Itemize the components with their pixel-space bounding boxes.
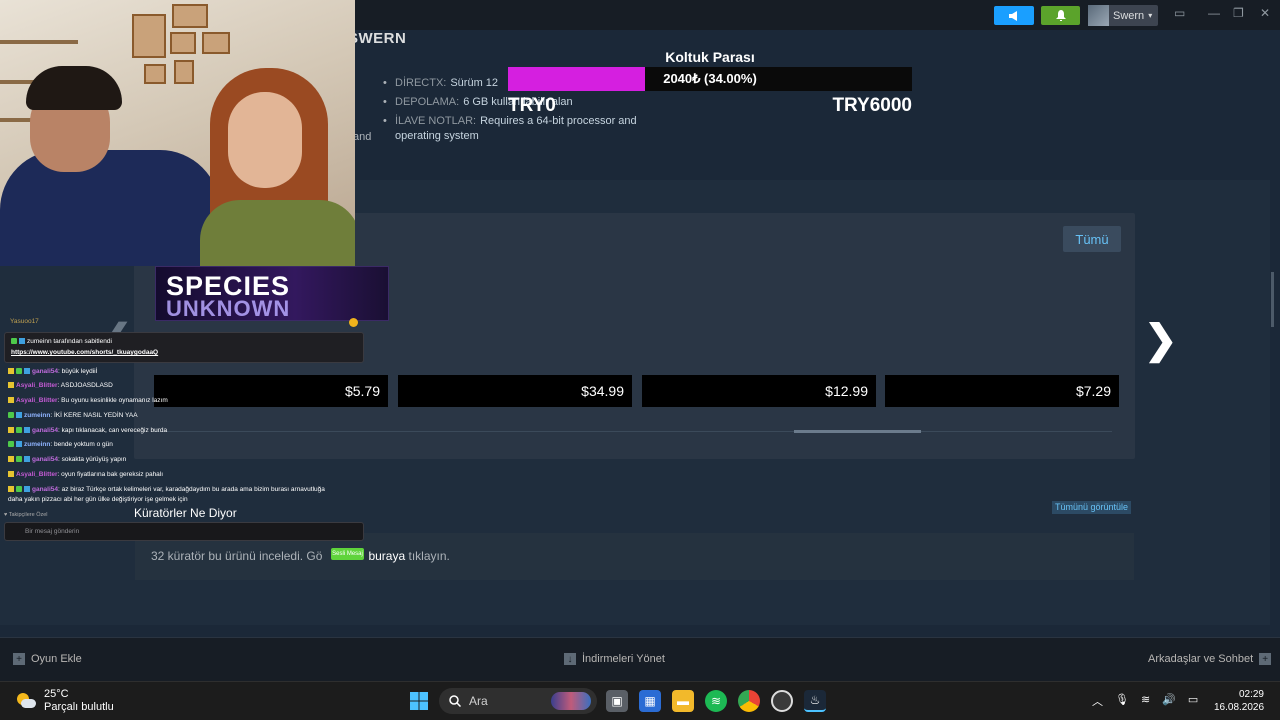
goal-progress-bar: 2040₺ (34.00%) (508, 67, 912, 91)
carousel-scroll-thumb[interactable] (794, 430, 921, 433)
chevron-up-icon[interactable]: ︿ (1092, 693, 1103, 709)
manage-downloads-button[interactable]: ↓ İndirmeleri Yönet (564, 653, 665, 665)
chat-message: Asyali_Blitter: Bu oyunu kesinlikle oyna… (8, 397, 168, 404)
chat-message: ganali54: kapı tıklanacak, can vereceğiz… (8, 427, 167, 434)
game-banner-subtitle: UNKNOWN (166, 296, 291, 321)
obs-icon[interactable] (771, 690, 793, 712)
announcements-button[interactable] (994, 6, 1034, 25)
windows-start-icon[interactable] (408, 690, 430, 712)
pinned-link[interactable]: https://www.youtube.com/shorts/_tkuaygod… (11, 349, 357, 356)
picture-frame (144, 64, 166, 84)
goal-min-label: TRY0 (508, 95, 556, 116)
chat-message: ganali54: sokakta yürüyüş yapın (8, 456, 126, 463)
price-tag[interactable]: $12.99 (642, 375, 876, 407)
sysreq-fragment: and (353, 131, 372, 143)
minimize-button[interactable]: — (1208, 6, 1220, 20)
page-title: SWERN (348, 30, 407, 47)
time: 02:29 (1238, 689, 1264, 700)
megaphone-icon (1009, 10, 1017, 21)
chat-message: Asyali_Blitter: oyun fiyatlarına bak ger… (8, 471, 163, 478)
chat-input[interactable]: Bir mesaj gönderin (4, 522, 364, 541)
plus-icon: + (13, 653, 25, 665)
chrome-icon[interactable] (738, 690, 760, 712)
sysreq-notes: İLAVE NOTLAR:Requires a 64-bit processor… (381, 114, 651, 144)
username: Swern (1113, 9, 1145, 22)
person-hair (26, 66, 122, 110)
goal-title: Koltuk Parası (665, 49, 755, 65)
system-tray: ︿ 🎙 ≋ 🔊 ▭ (1092, 693, 1198, 709)
chat-message: zumeinn: bende yoktum o gün (8, 441, 113, 448)
steam-icon[interactable]: ♨ (804, 690, 826, 712)
page-scrollbar[interactable] (1271, 272, 1274, 327)
weather-description: Parçalı bulutlu (44, 701, 114, 713)
search-icon (449, 695, 461, 707)
person-shirt (0, 150, 220, 266)
chat-message: ganali54: az biraz Türkçe ortak kelimele… (8, 486, 325, 493)
picture-frame (172, 4, 208, 28)
store-icon[interactable]: ▦ (639, 690, 661, 712)
friends-icon: + (1259, 653, 1272, 665)
coin-icon (349, 318, 358, 327)
chat-message: daha yakın pizzacı abi her gün ülke deği… (8, 496, 188, 503)
chat-message: ganali54: büyük leydiiİ (8, 368, 97, 375)
price-tag[interactable]: $5.79 (154, 375, 388, 407)
friends-chat-button[interactable]: Arkadaşlar ve Sohbet + (1148, 653, 1272, 665)
view-all-button[interactable]: Tümünü görüntüle (1052, 501, 1132, 514)
followers-only-label: ♥ Takipçilere Özel (4, 512, 48, 518)
microphone-icon[interactable]: 🎙 (1115, 693, 1129, 709)
picture-frame (132, 14, 166, 58)
picture-frame (174, 60, 194, 84)
partly-cloudy-icon (16, 692, 36, 710)
user-menu[interactable]: Swern ▾ (1088, 5, 1159, 26)
picture-frame (202, 32, 230, 54)
date: 16.08.2026 (1214, 702, 1265, 713)
close-button[interactable]: ✕ (1260, 6, 1270, 20)
curators-text: 32 küratör bu ürünü inceledi. Gö buraya t… (151, 549, 450, 563)
price-tag[interactable]: $34.99 (398, 375, 632, 407)
bell-icon (1055, 10, 1066, 21)
volume-icon[interactable]: 🔊 (1162, 693, 1176, 709)
voice-message-badge: Sesli Mesaj (331, 548, 364, 560)
chat-user: Yasuoo17 (10, 318, 39, 325)
game-banner: SPECIES UNKNOWN (155, 266, 389, 321)
chat-message: Asyali_Blitter: ASDJOASDLASD (8, 382, 113, 389)
pinned-message[interactable]: zumeinn tarafından sabitlendi https://ww… (4, 332, 364, 363)
curators-link[interactable]: buraya (368, 549, 405, 563)
download-icon: ↓ (564, 653, 576, 665)
all-button[interactable]: Tümü (1063, 226, 1121, 252)
big-picture-icon[interactable]: ▭ (1174, 6, 1185, 20)
clock[interactable]: 02:29 16.08.2026 (1214, 688, 1264, 714)
spotify-icon[interactable]: ≋ (705, 690, 727, 712)
price-tag[interactable]: $7.29 (885, 375, 1119, 407)
person-top (200, 200, 355, 266)
chat-message: zumeinn: İKİ KERE NASIL YEDİN YAA (8, 412, 138, 419)
avatar (1088, 5, 1109, 26)
person-face (228, 92, 302, 188)
carousel-scroll-track[interactable] (154, 431, 1112, 432)
battery-icon[interactable]: ▭ (1188, 693, 1198, 709)
taskbar-search[interactable]: Ara (439, 688, 597, 714)
carousel-next-arrow-icon[interactable]: ❯ (1144, 317, 1178, 363)
file-explorer-icon[interactable]: ▬ (672, 690, 694, 712)
task-view-icon[interactable]: ▣ (606, 690, 628, 712)
temperature: 25°C (44, 688, 69, 700)
shelf (0, 40, 78, 44)
picture-frame (170, 32, 196, 54)
chevron-down-icon: ▾ (1148, 11, 1153, 20)
windows-taskbar: 25°C Parçalı bulutlu Ara ▣ ▦ ▬ ≋ ♨ ︿ 🎙 ≋… (0, 681, 1280, 720)
weather-widget[interactable]: 25°C Parçalı bulutlu (16, 688, 114, 714)
goal-progress-text: 2040₺ (34.00%) (663, 71, 757, 86)
add-game-button[interactable]: + Oyun Ekle (13, 653, 82, 665)
wifi-icon[interactable]: ≋ (1141, 693, 1150, 709)
webcam-feed (0, 0, 355, 266)
maximize-button[interactable]: ❐ (1233, 6, 1244, 20)
curators-heading: Küratörler Ne Diyor (134, 506, 237, 520)
search-highlight-icon (551, 692, 591, 710)
goal-max-label: TRY6000 (832, 95, 912, 116)
notifications-button[interactable] (1041, 6, 1080, 25)
steam-bottom-bar: + Oyun Ekle ↓ İndirmeleri Yönet Arkadaşl… (0, 637, 1280, 681)
